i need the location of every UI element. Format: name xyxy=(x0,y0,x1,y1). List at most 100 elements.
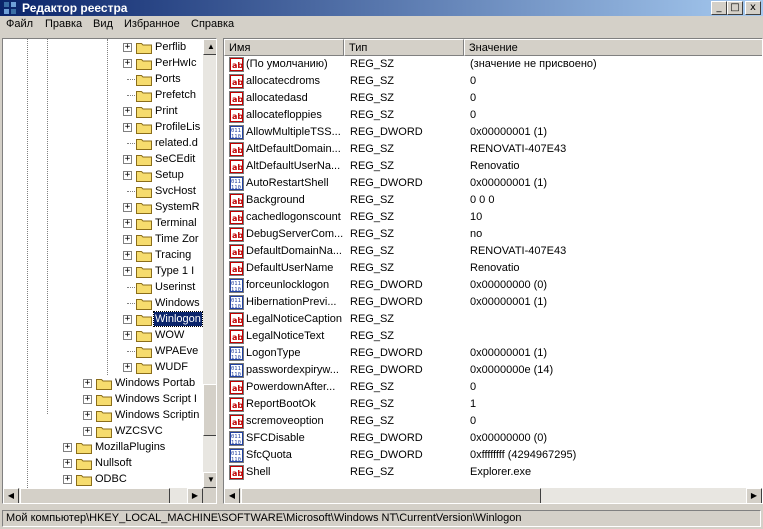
tree-item[interactable]: + WUDF xyxy=(3,359,203,375)
value-row[interactable]: 011 110 AllowMultipleTSS... REG_DWORD 0x0000… xyxy=(224,124,762,141)
tree-expand-icon[interactable]: + xyxy=(63,475,72,484)
tree-expand-icon[interactable]: + xyxy=(123,43,132,52)
tree-item[interactable]: + Perflib xyxy=(3,39,203,55)
value-row[interactable]: 011 110 SFCDisable REG_DWORD 0x00000000 (0) xyxy=(224,430,762,447)
tree-item[interactable]: + Windows Portab xyxy=(3,375,203,391)
tree-expand-icon[interactable]: + xyxy=(123,171,132,180)
value-row[interactable]: 011 110 SfcQuota REG_DWORD 0xffffffff (42949… xyxy=(224,447,762,464)
value-row[interactable]: ab allocatecdroms REG_SZ 0 xyxy=(224,73,762,90)
tree-expand-icon[interactable]: + xyxy=(123,363,132,372)
value-row[interactable]: ab LegalNoticeText REG_SZ xyxy=(224,328,762,345)
value-row[interactable]: ab allocatedasd REG_SZ 0 xyxy=(224,90,762,107)
tree-expand-icon[interactable]: + xyxy=(123,59,132,68)
registry-tree[interactable]: + Perflib + PerHwIc Ports Prefetch + Print + Prof… xyxy=(2,38,217,504)
value-row[interactable]: 011 110 forceunlocklogon REG_DWORD 0x0000000… xyxy=(224,277,762,294)
menu-help[interactable]: Справка xyxy=(191,18,234,30)
tree-item[interactable]: + Winlogon xyxy=(3,311,203,327)
tree-expand-icon[interactable]: + xyxy=(83,379,92,388)
tree-item[interactable]: + Type 1 I xyxy=(3,263,203,279)
tree-item[interactable]: SvcHost xyxy=(3,183,203,199)
tree-expand-icon[interactable]: + xyxy=(123,219,132,228)
maximize-button[interactable]: □ xyxy=(727,1,743,15)
value-row[interactable]: ab scremoveoption REG_SZ 0 xyxy=(224,413,762,430)
value-row[interactable]: ab (По умолчанию) REG_SZ (значение не присв… xyxy=(224,56,762,73)
tree-expand-icon[interactable]: + xyxy=(123,107,132,116)
minimize-button[interactable]: _ xyxy=(711,1,727,15)
list-hscroll-thumb[interactable] xyxy=(241,488,541,503)
tree-scroll-thumb[interactable] xyxy=(203,384,216,436)
tree-item[interactable]: + Terminal xyxy=(3,215,203,231)
tree-expand-icon[interactable]: + xyxy=(63,443,72,452)
string-value-icon: ab xyxy=(229,108,244,123)
tree-item[interactable]: + Time Zor xyxy=(3,231,203,247)
tree-expand-icon[interactable]: + xyxy=(63,459,72,468)
scroll-right-arrow-icon[interactable]: ▶ xyxy=(746,488,762,503)
value-row[interactable]: 011 110 passwordexpiryw... REG_DWORD 0x00000… xyxy=(224,362,762,379)
scroll-down-arrow-icon[interactable]: ▼ xyxy=(203,472,216,488)
tree-item[interactable]: Userinst xyxy=(3,279,203,295)
column-header-value[interactable]: Значение xyxy=(464,39,762,56)
tree-expand-icon[interactable]: + xyxy=(123,331,132,340)
tree-vertical-scrollbar[interactable]: ▲ ▼ xyxy=(203,39,216,488)
tree-item[interactable]: + MozillaPlugins xyxy=(3,439,203,455)
scroll-left-arrow-icon[interactable]: ◀ xyxy=(3,488,19,503)
tree-item[interactable]: + PerHwIc xyxy=(3,55,203,71)
value-row[interactable]: 011 110 HibernationPrevi... REG_DWORD 0x0000… xyxy=(224,294,762,311)
tree-expand-icon[interactable]: + xyxy=(123,235,132,244)
tree-item[interactable]: Ports xyxy=(3,71,203,87)
tree-expand-icon[interactable]: + xyxy=(123,267,132,276)
menu-view[interactable]: Вид xyxy=(93,18,113,30)
menu-edit[interactable]: Правка xyxy=(45,18,82,30)
menu-favorites[interactable]: Избранное xyxy=(124,18,180,30)
value-row[interactable]: ab DebugServerCom... REG_SZ no xyxy=(224,226,762,243)
tree-expand-icon[interactable]: + xyxy=(123,315,132,324)
tree-item[interactable]: + Print xyxy=(3,103,203,119)
values-list[interactable]: Имя Тип Значение ab (По умолчанию) REG_SZ(… xyxy=(223,38,763,504)
tree-item[interactable]: Prefetch xyxy=(3,87,203,103)
tree-expand-icon[interactable]: + xyxy=(123,203,132,212)
tree-item[interactable]: + WOW xyxy=(3,327,203,343)
value-row[interactable]: ab cachedlogonscount REG_SZ 10 xyxy=(224,209,762,226)
tree-item[interactable]: + Windows Scriptin xyxy=(3,407,203,423)
scroll-up-arrow-icon[interactable]: ▲ xyxy=(203,39,216,55)
tree-expand-icon[interactable]: + xyxy=(123,251,132,260)
tree-item[interactable]: + Tracing xyxy=(3,247,203,263)
tree-item[interactable]: + Nullsoft xyxy=(3,455,203,471)
column-header-type[interactable]: Тип xyxy=(344,39,464,56)
tree-expand-icon[interactable]: + xyxy=(83,427,92,436)
tree-item[interactable]: + WZCSVC xyxy=(3,423,203,439)
tree-item[interactable]: + Windows Script I xyxy=(3,391,203,407)
scroll-right-arrow-icon[interactable]: ▶ xyxy=(187,488,203,503)
value-row[interactable]: ab DefaultDomainNa... REG_SZ RENOVATI-407E4… xyxy=(224,243,762,260)
tree-item[interactable]: Windows xyxy=(3,295,203,311)
tree-expand-icon[interactable]: + xyxy=(123,123,132,132)
value-row[interactable]: ab PowerdownAfter... REG_SZ 0 xyxy=(224,379,762,396)
list-horizontal-scrollbar[interactable]: ◀ ▶ xyxy=(224,488,762,503)
value-row[interactable]: 011 110 LogonType REG_DWORD 0x00000001 (1) xyxy=(224,345,762,362)
value-row[interactable]: ab Background REG_SZ 0 0 0 xyxy=(224,192,762,209)
column-header-name[interactable]: Имя xyxy=(224,39,344,56)
tree-item[interactable]: + SeCEdit xyxy=(3,151,203,167)
value-row[interactable]: ab Shell REG_SZ Explorer.exe xyxy=(224,464,762,481)
tree-expand-icon[interactable]: + xyxy=(83,411,92,420)
tree-horizontal-scrollbar[interactable]: ◀ ▶ xyxy=(3,488,203,503)
scroll-left-arrow-icon[interactable]: ◀ xyxy=(224,488,240,503)
tree-hscroll-thumb[interactable] xyxy=(20,488,170,503)
tree-item[interactable]: + SystemR xyxy=(3,199,203,215)
value-row[interactable]: ab allocatefloppies REG_SZ 0 xyxy=(224,107,762,124)
tree-item[interactable]: + Setup xyxy=(3,167,203,183)
value-row[interactable]: 011 110 AutoRestartShell REG_DWORD 0x0000000… xyxy=(224,175,762,192)
close-button[interactable]: x xyxy=(745,1,761,15)
value-row[interactable]: ab DefaultUserName REG_SZ Renovatio xyxy=(224,260,762,277)
tree-item[interactable]: WPAEve xyxy=(3,343,203,359)
value-row[interactable]: ab AltDefaultDomain... REG_SZ RENOVATI-407E… xyxy=(224,141,762,158)
tree-item[interactable]: + ProfileLis xyxy=(3,119,203,135)
menu-file[interactable]: Файл xyxy=(6,18,33,30)
tree-expand-icon[interactable]: + xyxy=(83,395,92,404)
value-row[interactable]: ab LegalNoticeCaption REG_SZ xyxy=(224,311,762,328)
tree-expand-icon[interactable]: + xyxy=(123,155,132,164)
tree-item[interactable]: related.d xyxy=(3,135,203,151)
value-row[interactable]: ab AltDefaultUserNa... REG_SZ Renovatio xyxy=(224,158,762,175)
value-row[interactable]: ab ReportBootOk REG_SZ 1 xyxy=(224,396,762,413)
tree-item[interactable]: + ODBC xyxy=(3,471,203,487)
